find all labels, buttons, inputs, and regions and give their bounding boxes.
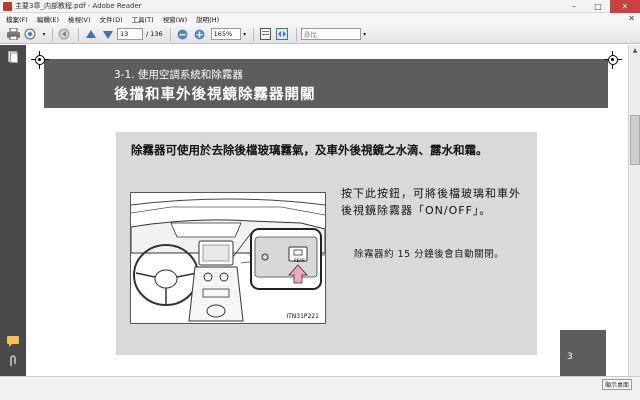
comments-panel-button[interactable] — [7, 335, 19, 347]
fit-width-icon — [276, 28, 289, 40]
page-total: / 136 — [146, 30, 163, 38]
zoom-out-icon — [177, 29, 188, 39]
search-input[interactable]: 尋找 — [300, 28, 361, 40]
page-number: 3 — [567, 352, 573, 362]
back-arrow-icon — [58, 28, 70, 40]
section-number: 3-1. 使用空調系統和除霧器 — [114, 69, 243, 81]
search-dropdown-icon[interactable]: ▾ — [361, 31, 369, 38]
crop-mark-right-icon — [604, 51, 622, 69]
window-title: 主要3章_内部教程.pdf - Adobe Reader — [15, 2, 142, 10]
zoom-out-button[interactable] — [175, 27, 190, 42]
previous-page-button[interactable] — [83, 27, 98, 42]
close-button[interactable]: ✕ — [610, 0, 640, 13]
show-desktop-label[interactable]: 顯示桌面 — [601, 379, 632, 390]
pages-panel-button[interactable] — [7, 51, 19, 63]
fit-page-icon — [259, 28, 271, 40]
window-titlebar: 主要3章_内部教程.pdf - Adobe Reader – □ ✕ — [0, 0, 640, 13]
section-title: 後擋和車外後視鏡除霧器開關 — [114, 87, 316, 103]
pages-icon — [8, 51, 18, 63]
instruction-text: 按下此按鈕，可將後檔玻璃和車外後視鏡除霧器「ON/OFF」。 — [341, 187, 521, 217]
menu-bar: 檔案(F) 編輯(E) 檢視(V) 文件(D) 工具(T) 視窗(W) 說明(H… — [0, 13, 640, 25]
menu-help[interactable]: 說明(H) — [196, 14, 219, 24]
section-header: 3-1. 使用空調系統和除霧器 後擋和車外後視鏡除霧器開關 — [44, 59, 608, 108]
zoom-dropdown-icon[interactable]: ▾ — [241, 31, 249, 38]
page-number-tab: 3 — [560, 330, 606, 376]
fit-page-button[interactable] — [258, 27, 273, 42]
arrow-up-icon — [85, 29, 96, 38]
menu-view[interactable]: 檢視(V) — [68, 14, 91, 24]
comment-icon — [7, 335, 19, 347]
minimize-button[interactable]: – — [562, 0, 586, 13]
printer-icon — [7, 28, 20, 40]
content-box: 除霧器可使用於去除後檔玻璃霧氣，及車外後視鏡之水滴、露水和霜。 REAR ITN… — [116, 132, 537, 355]
menu-file[interactable]: 檔案(F) — [6, 14, 28, 24]
collaborate-icon — [24, 28, 36, 40]
dashboard-figure: REAR ITN31P221 — [130, 192, 326, 324]
toolbar: ▾ 13 / 136 165% ▾ 尋找 ▾ — [0, 25, 640, 44]
document-close-button[interactable]: ✕ — [628, 14, 635, 23]
zoom-level-input[interactable]: 165% — [210, 28, 241, 40]
car-dashboard-illustration: REAR — [130, 198, 326, 322]
scrollbar-thumb[interactable] — [630, 115, 640, 165]
menu-document[interactable]: 文件(D) — [100, 14, 123, 24]
arrow-down-icon — [102, 30, 113, 39]
vertical-scrollbar[interactable]: ▲ — [628, 45, 640, 376]
window-controls: – □ ✕ — [562, 0, 640, 13]
zoom-in-button[interactable] — [192, 27, 207, 42]
bottom-bar: 顯示桌面 — [0, 376, 640, 400]
menu-tools[interactable]: 工具(T) — [132, 14, 154, 24]
note-text: 除霧器約 15 分鐘後會自動關閉。 — [354, 249, 505, 260]
attachments-panel-button[interactable] — [7, 355, 19, 367]
adobe-reader-icon — [3, 1, 12, 11]
zoom-in-icon — [194, 29, 205, 39]
next-page-button[interactable] — [100, 27, 115, 42]
menu-window[interactable]: 視窗(W) — [163, 14, 188, 24]
paperclip-icon — [10, 355, 16, 366]
crop-mark-left-icon — [31, 51, 49, 69]
collaborate-dropdown-icon[interactable]: ▾ — [40, 31, 48, 38]
rear-button-label: REAR — [294, 258, 305, 263]
scroll-up-icon[interactable]: ▲ — [629, 45, 640, 56]
collaborate-button[interactable] — [23, 27, 38, 42]
fit-width-button[interactable] — [275, 27, 290, 42]
document-view[interactable]: 3-1. 使用空調系統和除霧器 後擋和車外後視鏡除霧器開關 除霧器可使用於去除後… — [26, 45, 628, 376]
intro-paragraph: 除霧器可使用於去除後檔玻璃霧氣，及車外後視鏡之水滴、露水和霜。 — [131, 143, 488, 157]
page-number-input[interactable]: 13 — [117, 28, 143, 40]
navigation-panel — [0, 45, 26, 376]
figure-caption: ITN31P221 — [286, 313, 319, 320]
maximize-button[interactable]: □ — [586, 0, 610, 13]
pan-button[interactable] — [57, 27, 72, 42]
print-button[interactable] — [6, 27, 21, 42]
menu-edit[interactable]: 編輯(E) — [37, 14, 59, 24]
